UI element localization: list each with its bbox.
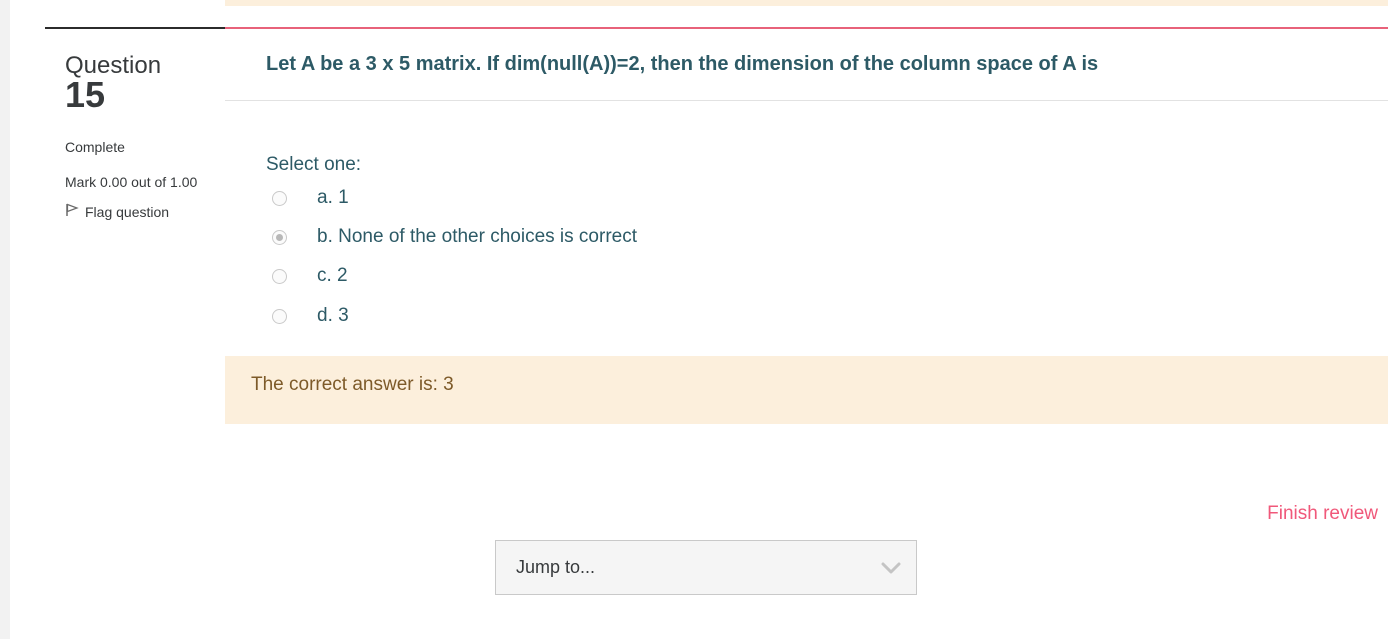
answer-option-d[interactable]: d. 3 <box>272 303 872 329</box>
jump-to-select[interactable]: Jump to... <box>495 540 917 595</box>
chevron-down-icon <box>880 559 902 577</box>
flag-icon <box>65 203 79 221</box>
correct-answer-text: The correct answer is: 3 <box>251 374 454 395</box>
flag-question-label: Flag question <box>85 204 170 220</box>
jump-to-label: Jump to... <box>516 557 596 577</box>
question-state: Complete <box>65 139 125 155</box>
answer-option-a[interactable]: a. 1 <box>272 185 872 211</box>
radio-button[interactable] <box>272 308 287 324</box>
radio-button[interactable] <box>272 268 287 284</box>
info-divider <box>45 27 225 29</box>
answer-option-b[interactable]: b. None of the other choices is correct <box>272 224 872 250</box>
flag-question-link[interactable]: Flag question <box>65 203 215 221</box>
answer-prompt: Select one: <box>266 154 362 175</box>
question-text: Let A be a 3 x 5 matrix. If dim(null(A))… <box>266 53 1099 75</box>
radio-button-selected[interactable] <box>272 229 287 245</box>
finish-review-link[interactable]: Finish review <box>1267 503 1378 525</box>
answer-label: c. 2 <box>317 265 348 286</box>
answer-label: b. None of the other choices is correct <box>317 226 637 247</box>
previous-question-feedback <box>225 0 1388 6</box>
feedback-box: The correct answer is: 3 <box>225 356 1388 424</box>
question-divider <box>225 100 1388 101</box>
question-grade: Mark 0.00 out of 1.00 <box>65 174 198 190</box>
answer-label: d. 3 <box>317 305 349 326</box>
question-number: 15 <box>65 74 106 115</box>
answer-option-c[interactable]: c. 2 <box>272 263 872 289</box>
question-info: Question 15 Complete Mark 0.00 out of 1.… <box>65 52 215 221</box>
answer-label: a. 1 <box>317 187 349 208</box>
radio-button[interactable] <box>272 190 287 206</box>
question-formulation: Let A be a 3 x 5 matrix. If dim(null(A))… <box>225 29 1388 356</box>
page: Question 15 Complete Mark 0.00 out of 1.… <box>10 0 1395 639</box>
